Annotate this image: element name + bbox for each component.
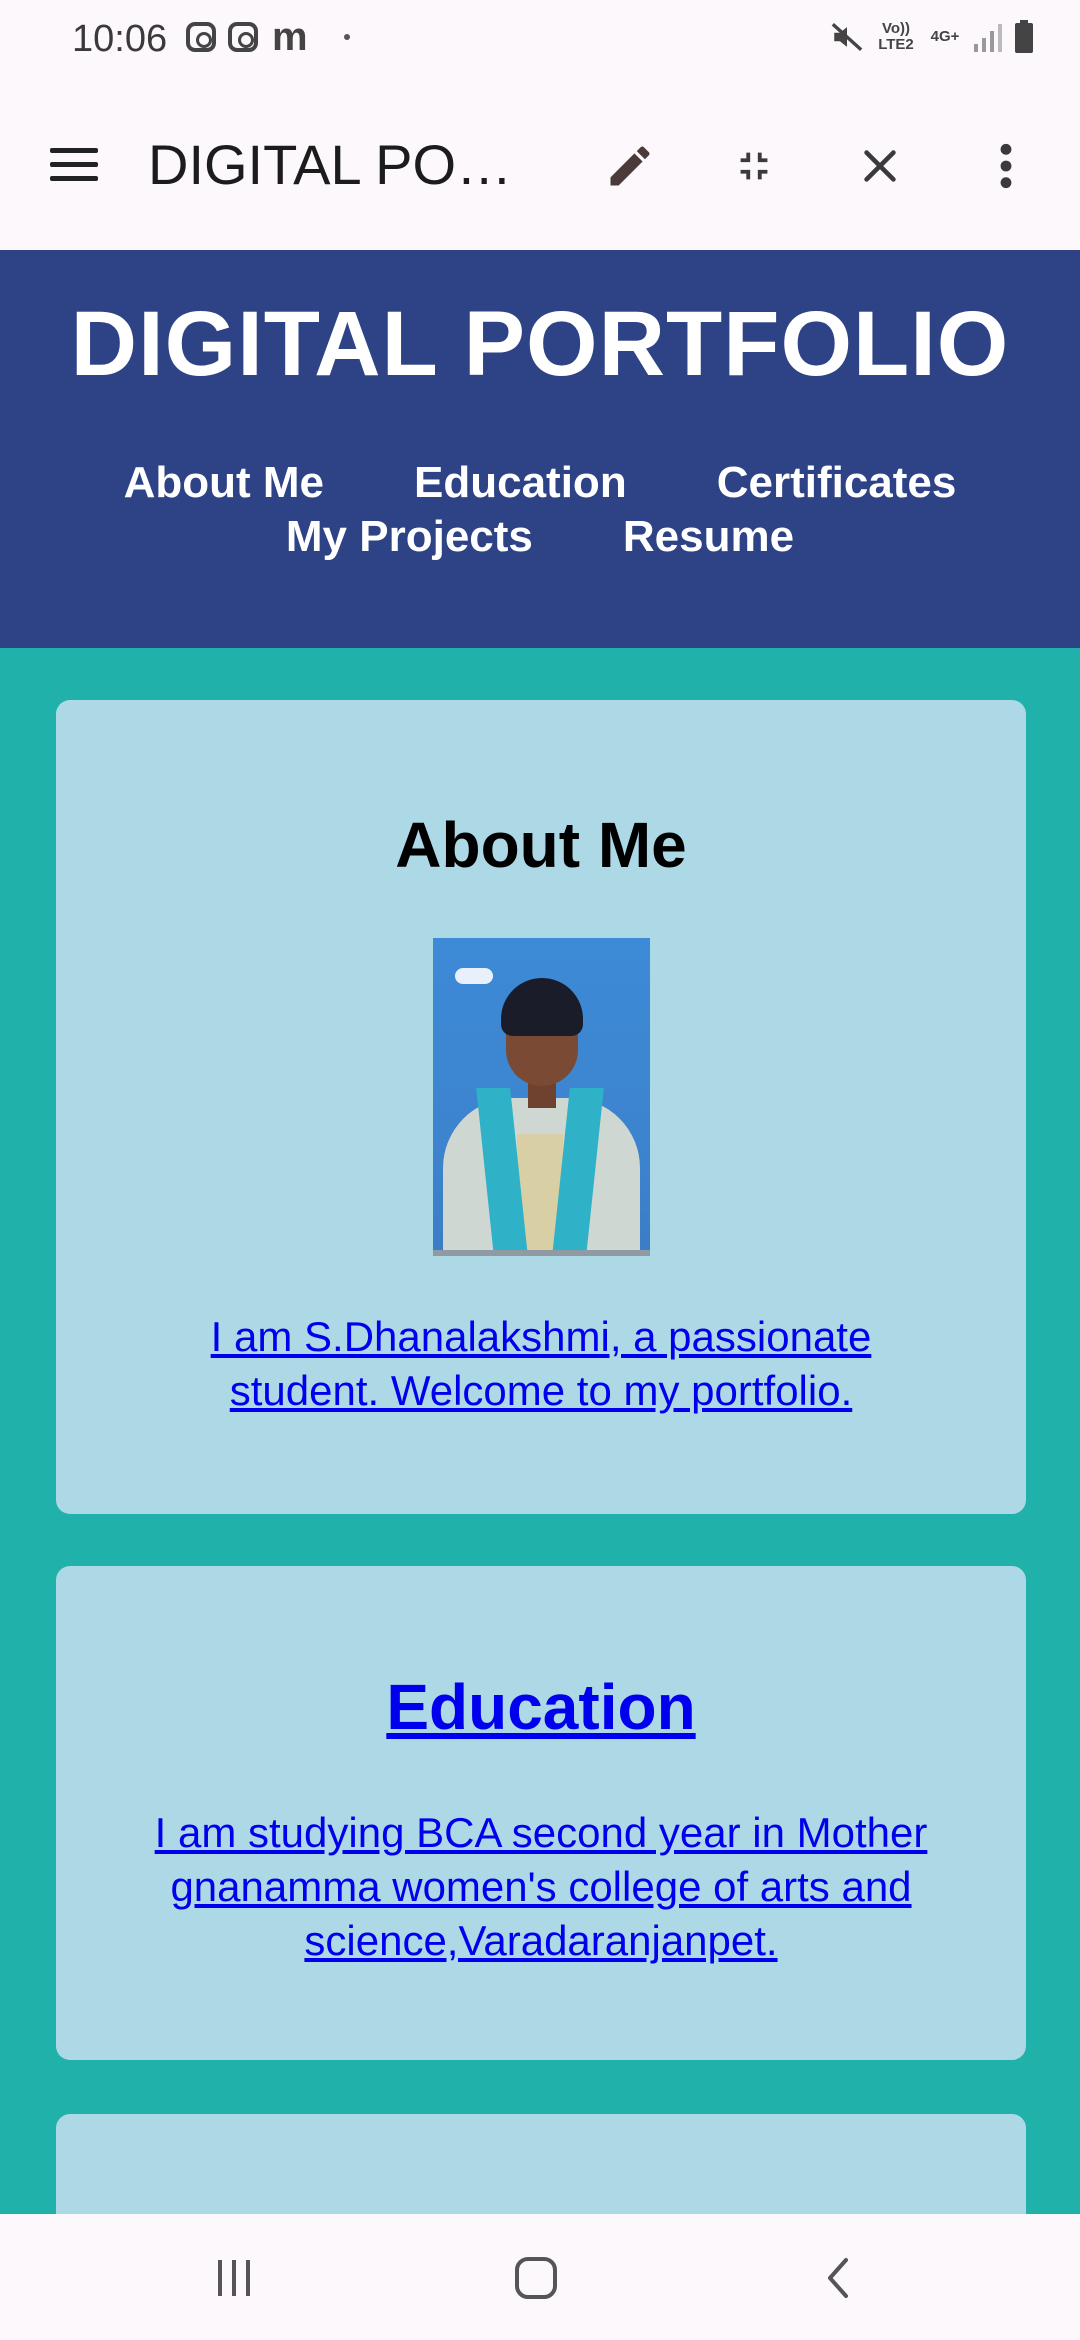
mute-icon — [830, 20, 864, 54]
status-bar: 10:06 m Vo)) LTE2 4G+ — [0, 0, 1080, 84]
education-text-link[interactable]: I am studying BCA second year in Mother … — [106, 1806, 976, 1968]
battery-icon — [1014, 20, 1034, 54]
nav-link-resume[interactable]: Resume — [623, 512, 794, 562]
status-time: 10:06 — [72, 18, 168, 60]
nav-link-certificates[interactable]: Certificates — [717, 458, 957, 508]
about-heading: About Me — [395, 809, 687, 881]
minimize-icon[interactable] — [722, 134, 786, 198]
site-nav-row-1: About Me Education Certificates — [0, 458, 1080, 508]
browser-screen: 10:06 m Vo)) LTE2 4G+ DIGITAL PORT DIGIT… — [0, 0, 1080, 2340]
more-notifications-dot-icon — [343, 34, 350, 40]
close-icon[interactable] — [848, 134, 912, 198]
site-nav-row-2: My Projects Resume — [0, 512, 1080, 562]
instagram-icon — [186, 22, 216, 52]
back-icon[interactable] — [808, 2250, 868, 2306]
notification-icons: m — [186, 15, 350, 59]
education-heading-link[interactable]: Education — [56, 1670, 1026, 1744]
about-text-link[interactable]: I am S.Dhanalakshmi, a passionate studen… — [156, 1310, 926, 1418]
menu-icon[interactable] — [50, 148, 100, 184]
edit-icon[interactable] — [598, 134, 662, 198]
more-icon[interactable] — [974, 134, 1038, 198]
app-title: DIGITAL PORTFOLIO — [148, 133, 548, 196]
volte-indicator: Vo)) LTE2 — [878, 20, 914, 53]
system-navigation-bar — [0, 2214, 1080, 2340]
app-bar: DIGITAL PORTFOLIO — [0, 84, 1080, 250]
system-icons: Vo)) LTE2 4G+ — [830, 20, 1034, 54]
home-icon[interactable] — [506, 2250, 566, 2306]
about-section: About Me I am S.Dhanalakshmi, a passiona… — [56, 700, 1026, 1514]
education-section: Education I am studying BCA second year … — [56, 1566, 1026, 2060]
m-app-icon: m — [272, 15, 308, 59]
nav-link-education[interactable]: Education — [414, 458, 627, 508]
data-indicator: 4G+ — [930, 28, 960, 45]
recent-apps-icon[interactable] — [204, 2250, 264, 2306]
signal-icon — [972, 22, 1004, 52]
profile-photo — [433, 938, 650, 1256]
nav-link-my-projects[interactable]: My Projects — [286, 512, 533, 562]
site-title: DIGITAL PORTFOLIO — [70, 293, 1010, 395]
nav-link-about-me[interactable]: About Me — [124, 458, 324, 508]
instagram-icon — [228, 22, 258, 52]
site-header: DIGITAL PORTFOLIO About Me Education Cer… — [0, 250, 1080, 648]
